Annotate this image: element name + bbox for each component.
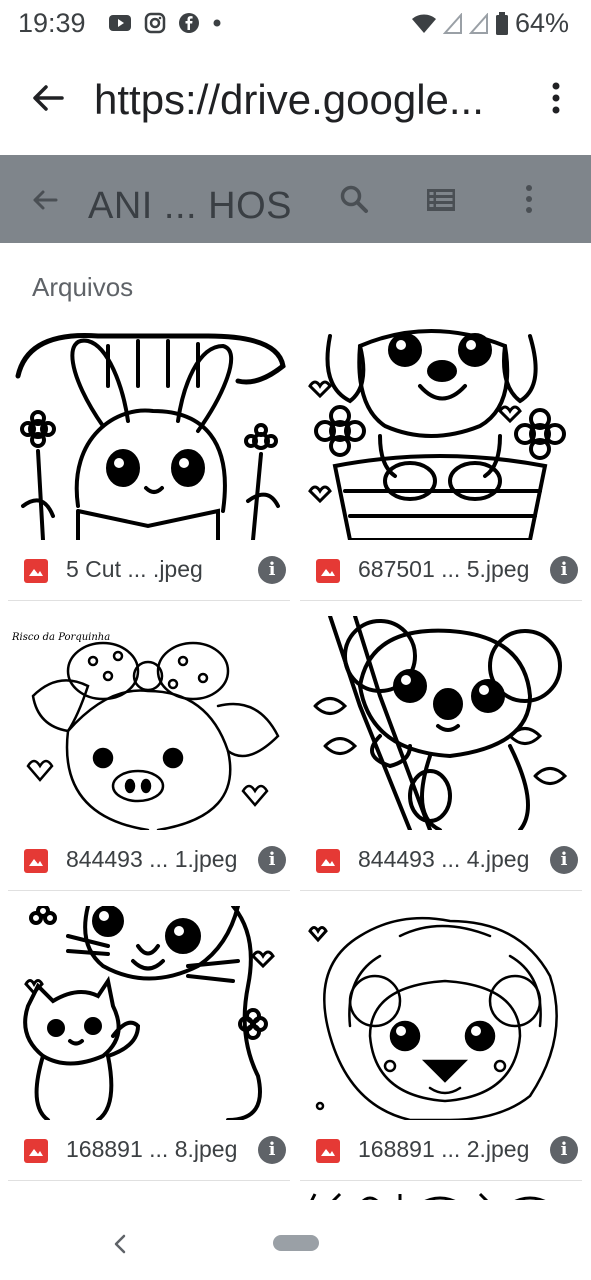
image-file-icon [24,849,48,873]
instagram-icon [144,12,166,34]
file-card[interactable]: 5 Cut ... .jpeg i [8,318,290,601]
nav-back-icon[interactable] [112,1232,128,1256]
section-label: Arquivos [32,272,134,302]
info-icon[interactable]: i [550,556,578,584]
image-file-icon [316,849,340,873]
file-card[interactable]: 844493 ... 4.jpeg i [300,608,582,891]
wifi-icon [411,14,436,33]
status-bar: 19:39 64% [0,0,591,50]
battery-icon [495,11,508,35]
cats-coloring-thumbnail[interactable] [8,906,290,1120]
browser-url-bar: https://drive.google... [0,50,591,150]
file-name[interactable]: 844493 ... 1.jpeg [66,846,237,873]
signal-icon [468,12,488,34]
file-card[interactable]: 687501 ... 5.jpeg i [300,318,582,601]
info-icon[interactable]: i [258,556,286,584]
drive-toolbar: ANI ... HOS [0,155,591,243]
more-vert-icon[interactable] [541,78,571,118]
arrow-back-icon[interactable] [30,185,60,215]
arrow-back-icon[interactable] [28,78,68,118]
list-view-icon[interactable] [426,187,456,213]
status-time: 19:39 [18,8,86,38]
facebook-icon [179,13,199,33]
puppy-coloring-thumbnail[interactable] [300,326,582,540]
koala-coloring-thumbnail[interactable] [300,616,582,830]
file-name[interactable]: 844493 ... 4.jpeg [358,846,529,873]
youtube-icon [109,15,131,31]
file-card[interactable]: Risco da Porquinha 844493 ... 1.jpeg i [8,608,290,891]
more-vert-icon[interactable] [516,182,542,216]
lion-coloring-thumbnail[interactable] [300,906,582,1120]
file-card[interactable]: 168891 ... 2.jpeg i [300,898,582,1181]
pig-coloring-thumbnail[interactable]: Risco da Porquinha [8,616,290,830]
file-name[interactable]: 168891 ... 8.jpeg [66,1136,237,1163]
info-icon[interactable]: i [258,846,286,874]
info-icon[interactable]: i [258,1136,286,1164]
search-icon[interactable] [338,183,370,215]
file-name[interactable]: 687501 ... 5.jpeg [358,556,529,583]
battery-percent: 64% [514,8,569,38]
notification-dot-icon [213,19,221,27]
info-icon[interactable]: i [550,846,578,874]
thumbnail-caption: Risco da Porquinha [11,632,110,643]
image-file-icon [24,1139,48,1163]
file-name[interactable]: 5 Cut ... .jpeg [66,556,203,583]
image-file-icon [316,1139,340,1163]
image-file-icon [24,559,48,583]
folder-title: ANI ... HOS [88,185,292,227]
bunny-coloring-thumbnail[interactable] [8,326,290,540]
file-card[interactable]: 168891 ... 8.jpeg i [8,898,290,1181]
image-file-icon [316,559,340,583]
home-pill-icon[interactable] [273,1235,319,1251]
signal-icon [442,12,462,34]
system-navigation-bar [0,1200,591,1280]
file-name[interactable]: 168891 ... 2.jpeg [358,1136,529,1163]
url-text[interactable]: https://drive.google... [94,76,484,124]
info-icon[interactable]: i [550,1136,578,1164]
